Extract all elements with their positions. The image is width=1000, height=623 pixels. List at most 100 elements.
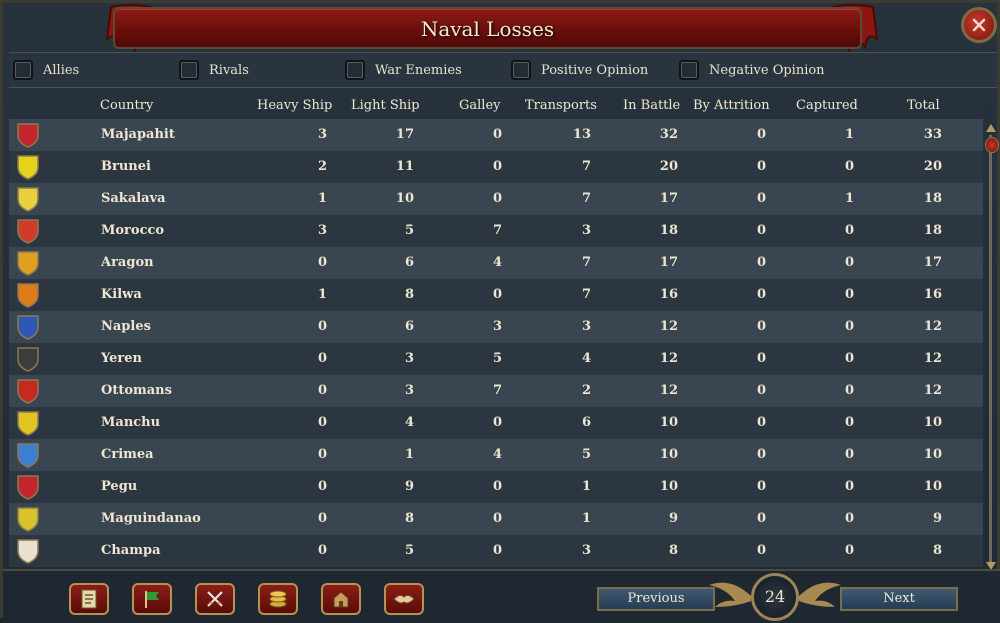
cell-heavy: 1 (317, 287, 327, 302)
country-name[interactable]: Champa (101, 543, 161, 558)
cell-captured: 0 (844, 447, 854, 462)
table-row[interactable]: Crimea 0 1 4 5 10 0 0 10 (9, 439, 983, 471)
country-name[interactable]: Pegu (101, 479, 137, 494)
country-shield-icon[interactable] (15, 346, 41, 372)
country-name[interactable]: Aragon (101, 255, 154, 270)
country-shield-icon[interactable] (15, 154, 41, 180)
country-name[interactable]: Brunei (101, 159, 151, 174)
table-row[interactable]: Maguindanao 0 8 0 1 9 0 0 9 (9, 503, 983, 535)
country-shield-icon[interactable] (15, 410, 41, 436)
country-name[interactable]: Kilwa (101, 287, 142, 302)
next-button[interactable]: Next (840, 587, 958, 611)
country-shield-icon[interactable] (15, 474, 41, 500)
diplomacy-flag-button[interactable] (132, 583, 172, 615)
country-shield-icon[interactable] (15, 250, 41, 276)
column-header-captured[interactable]: Captured (796, 98, 858, 113)
column-header-heavy-ship[interactable]: Heavy Ship (257, 98, 332, 113)
cell-transports: 1 (581, 479, 591, 494)
filter-label: Positive Opinion (541, 62, 649, 78)
country-shield-icon[interactable] (15, 442, 41, 468)
cell-attrition: 0 (756, 447, 766, 462)
column-header-light-ship[interactable]: Light Ship (351, 98, 420, 113)
positive-opinion-checkbox[interactable] (511, 60, 531, 80)
close-button[interactable] (961, 7, 997, 43)
filter-allies[interactable]: Allies (13, 57, 79, 83)
table-row[interactable]: Manchu 0 4 0 6 10 0 0 10 (9, 407, 983, 439)
table-row[interactable]: Aragon 0 6 4 7 17 0 0 17 (9, 247, 983, 279)
ledger-button[interactable] (69, 583, 109, 615)
country-name[interactable]: Crimea (101, 447, 154, 462)
filter-positive-opinion[interactable]: Positive Opinion (511, 57, 648, 83)
table-row[interactable]: Yeren 0 3 5 4 12 0 0 12 (9, 343, 983, 375)
column-header-total[interactable]: Total (907, 98, 940, 113)
country-name[interactable]: Naples (101, 319, 151, 334)
cell-attrition: 0 (756, 511, 766, 526)
rivals-checkbox[interactable] (179, 60, 199, 80)
country-name[interactable]: Sakalava (101, 191, 166, 206)
country-name[interactable]: Yeren (101, 351, 142, 366)
cell-galley: 4 (492, 447, 502, 462)
country-shield-icon[interactable] (15, 122, 41, 148)
country-shield-icon[interactable] (15, 282, 41, 308)
column-header-country[interactable]: Country (100, 98, 153, 113)
economy-button[interactable] (258, 583, 298, 615)
cell-light: 3 (404, 351, 414, 366)
cell-light: 6 (404, 255, 414, 270)
scroll-thumb[interactable] (985, 137, 999, 153)
previous-button[interactable]: Previous (597, 587, 715, 611)
country-name[interactable]: Maguindanao (101, 511, 201, 526)
country-shield-icon[interactable] (15, 314, 41, 340)
filter-war-enemies[interactable]: War Enemies (345, 57, 462, 83)
country-name[interactable]: Ottomans (101, 383, 172, 398)
column-header-by-attrition[interactable]: By Attrition (693, 98, 770, 113)
column-header-in-battle[interactable]: In Battle (623, 98, 680, 113)
column-header-transports[interactable]: Transports (525, 98, 597, 113)
cell-attrition: 0 (756, 543, 766, 558)
table-row[interactable]: Pegu 0 9 0 1 10 0 0 10 (9, 471, 983, 503)
filter-label: Allies (43, 62, 80, 78)
filter-rivals[interactable]: Rivals (179, 57, 249, 83)
table-row[interactable]: Majapahit 3 17 0 13 32 0 1 33 (9, 119, 983, 151)
table-row[interactable]: Brunei 2 11 0 7 20 0 0 20 (9, 151, 983, 183)
country-shield-icon[interactable] (15, 378, 41, 404)
cell-transports: 6 (581, 415, 591, 430)
cell-heavy: 2 (317, 159, 327, 174)
trade-button[interactable] (384, 583, 424, 615)
cell-light: 5 (404, 543, 414, 558)
table-row[interactable]: Kilwa 1 8 0 7 16 0 0 16 (9, 279, 983, 311)
cell-attrition: 0 (756, 287, 766, 302)
cell-heavy: 1 (317, 191, 327, 206)
cell-light: 3 (404, 383, 414, 398)
column-header-galley[interactable]: Galley (459, 98, 501, 113)
filter-negative-opinion[interactable]: Negative Opinion (679, 57, 825, 83)
war-enemies-checkbox[interactable] (345, 60, 365, 80)
table-row[interactable]: Sakalava 1 10 0 7 17 0 1 18 (9, 183, 983, 215)
military-button[interactable] (195, 583, 235, 615)
table-row[interactable]: Morocco 3 5 7 3 18 0 0 18 (9, 215, 983, 247)
table-row[interactable]: Champa 0 5 0 3 8 0 0 8 (9, 535, 983, 567)
cell-total: 12 (923, 351, 942, 366)
cell-attrition: 0 (756, 159, 766, 174)
allies-checkbox[interactable] (13, 60, 33, 80)
negative-opinion-checkbox[interactable] (679, 60, 699, 80)
country-shield-icon[interactable] (15, 218, 41, 244)
cell-captured: 1 (844, 191, 854, 206)
country-shield-icon[interactable] (15, 186, 41, 212)
country-name[interactable]: Morocco (101, 223, 164, 238)
scrollbar[interactable] (985, 123, 999, 571)
table-row[interactable]: Naples 0 6 3 3 12 0 0 12 (9, 311, 983, 343)
cell-attrition: 0 (756, 479, 766, 494)
scroll-track[interactable] (989, 135, 992, 565)
buildings-button[interactable] (321, 583, 361, 615)
cell-galley: 0 (492, 511, 502, 526)
country-shield-icon[interactable] (15, 538, 41, 564)
country-name[interactable]: Manchu (101, 415, 160, 430)
cell-transports: 7 (581, 287, 591, 302)
cell-captured: 0 (844, 511, 854, 526)
scroll-up-arrow-icon[interactable] (985, 123, 997, 133)
cell-galley: 0 (492, 191, 502, 206)
cell-battle: 16 (659, 287, 678, 302)
country-shield-icon[interactable] (15, 506, 41, 532)
country-name[interactable]: Majapahit (101, 127, 175, 142)
table-row[interactable]: Ottomans 0 3 7 2 12 0 0 12 (9, 375, 983, 407)
